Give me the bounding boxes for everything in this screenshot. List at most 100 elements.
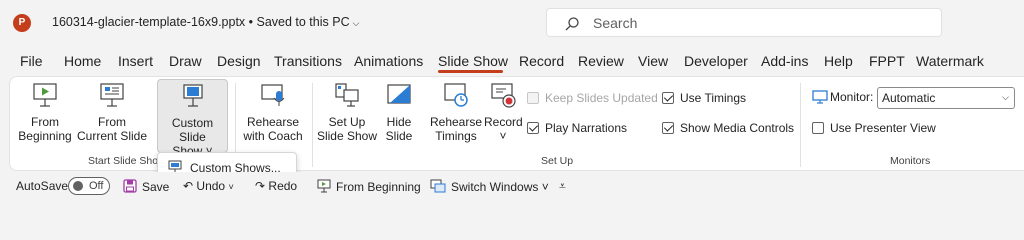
- group-label-start-slide-show: Start Slide Show: [88, 155, 166, 167]
- checkbox-box: [527, 92, 539, 104]
- rehearse-timings-icon: [444, 83, 468, 107]
- hide-slide-button[interactable]: Hide Slide: [381, 81, 417, 151]
- save-label: Save: [142, 180, 170, 194]
- switch-windows-icon: [430, 179, 446, 193]
- search-placeholder: Search: [593, 15, 638, 31]
- keep-slides-updated-label: Keep Slides Updated: [545, 91, 658, 105]
- play-from-beginning-icon: [317, 179, 331, 193]
- from-current-slide-button[interactable]: From Current Slide: [76, 81, 148, 151]
- rehearse-coach-label-1: Rehearse: [246, 115, 300, 129]
- play-from-beginning-icon: [33, 83, 57, 107]
- play-from-current-icon: [100, 83, 124, 107]
- from-beginning-qat-label: From Beginning: [336, 180, 421, 194]
- tab-insert[interactable]: Insert: [118, 53, 153, 69]
- rehearse-coach-icon: [261, 84, 285, 106]
- search-box[interactable]: Search: [546, 8, 942, 37]
- rehearse-timings-label-1: Rehearse: [429, 115, 483, 129]
- undo-label: Undo: [196, 179, 226, 193]
- tab-review[interactable]: Review: [578, 53, 624, 69]
- rehearse-coach-label-2: with Coach: [243, 129, 303, 143]
- toggle-knob: [73, 181, 83, 191]
- autosave-state: Off: [89, 180, 104, 192]
- custom-show-label-1: Custom Slide: [171, 116, 214, 144]
- rehearse-timings-button[interactable]: Rehearse Timings: [428, 81, 484, 151]
- redo-button[interactable]: ↷ Redo: [255, 179, 297, 193]
- redo-label: Redo: [268, 179, 298, 193]
- chevron-down-icon: ˅: [228, 182, 234, 192]
- tab-fppt[interactable]: FPPT: [869, 53, 905, 69]
- chevron-down-icon: ⌵: [352, 18, 360, 28]
- tab-file[interactable]: File: [20, 53, 43, 69]
- document-title-text: 160314-glacier-template-16x9.pptx • Save…: [52, 15, 350, 29]
- tab-transitions[interactable]: Transitions: [274, 53, 342, 69]
- tab-slide-show[interactable]: Slide Show: [438, 53, 508, 69]
- from-beginning-button[interactable]: From Beginning: [17, 81, 73, 151]
- custom-slide-show-button[interactable]: Custom Slide Show ˅: [157, 79, 228, 158]
- undo-button[interactable]: ↶ Undo ˅: [183, 179, 234, 193]
- active-tab-indicator: [438, 70, 503, 73]
- use-presenter-view-checkbox[interactable]: Use Presenter View: [812, 121, 936, 135]
- switch-windows-button[interactable]: Switch Windows ˅: [430, 179, 549, 194]
- checkbox-box: [527, 122, 539, 134]
- ribbon-tabs: File Home Insert Draw Design Transitions…: [0, 48, 1024, 76]
- from-beginning-qat-button[interactable]: From Beginning: [317, 179, 421, 194]
- powerpoint-logo-icon: P: [13, 14, 31, 32]
- quick-access-toolbar: AutoSave Save ↶ Undo ˅ ↷ Redo From Begin…: [0, 172, 1024, 200]
- group-label-monitors: Monitors: [890, 155, 931, 167]
- from-beginning-label-1: From: [31, 115, 59, 129]
- show-media-controls-label: Show Media Controls: [680, 121, 795, 135]
- group-separator: [312, 83, 313, 167]
- use-presenter-view-label: Use Presenter View: [830, 121, 936, 135]
- monitor-select-value: Automatic: [882, 91, 936, 105]
- checkbox-box: [812, 122, 824, 134]
- set-up-show-label-2: Slide Show: [316, 129, 378, 143]
- group-label-set-up: Set Up: [541, 155, 574, 167]
- tab-record[interactable]: Record: [519, 53, 564, 69]
- group-separator: [800, 83, 801, 167]
- save-icon: [123, 179, 137, 193]
- chevron-down-icon: ⌵: [1002, 92, 1009, 102]
- autosave-toggle[interactable]: Off: [68, 177, 110, 195]
- show-media-controls-checkbox[interactable]: Show Media Controls: [662, 121, 794, 135]
- play-narrations-checkbox[interactable]: Play Narrations: [527, 121, 627, 135]
- document-title[interactable]: 160314-glacier-template-16x9.pptx • Save…: [52, 15, 359, 29]
- from-current-label-1: From: [98, 115, 126, 129]
- set-up-slide-show-button[interactable]: Set Up Slide Show: [316, 81, 378, 151]
- keep-slides-updated-checkbox[interactable]: Keep Slides Updated: [527, 91, 658, 105]
- redo-icon: ↷: [255, 179, 266, 193]
- monitor-select[interactable]: Automatic ⌵: [877, 87, 1015, 109]
- title-bar: P 160314-glacier-template-16x9.pptx • Sa…: [0, 0, 1024, 44]
- tab-animations[interactable]: Animations: [354, 53, 423, 69]
- hide-slide-icon: [387, 84, 411, 104]
- hide-slide-label-2: Slide: [385, 129, 413, 143]
- use-timings-label: Use Timings: [680, 91, 747, 105]
- save-button[interactable]: Save: [123, 179, 169, 194]
- tab-design[interactable]: Design: [217, 53, 261, 69]
- hide-slide-label-1: Hide: [386, 115, 412, 129]
- from-current-label-2: Current Slide: [76, 129, 148, 143]
- use-timings-checkbox[interactable]: Use Timings: [662, 91, 746, 105]
- play-narrations-label: Play Narrations: [545, 121, 628, 135]
- monitor-label: Monitor:: [830, 90, 874, 104]
- record-label: Record: [484, 115, 523, 129]
- set-up-show-label-1: Set Up: [328, 115, 366, 129]
- from-beginning-label-2: Beginning: [18, 129, 72, 143]
- record-dropdown-chevron: ˅: [499, 129, 507, 143]
- customize-qat-button[interactable]: ⩡: [559, 179, 566, 194]
- tab-watermark[interactable]: Watermark: [916, 53, 984, 69]
- search-icon: [565, 17, 579, 31]
- tab-developer[interactable]: Developer: [684, 53, 748, 69]
- tab-view[interactable]: View: [638, 53, 668, 69]
- record-button[interactable]: Record ˅: [484, 81, 523, 151]
- custom-slide-show-icon: [182, 84, 203, 107]
- rehearse-with-coach-button[interactable]: Rehearse with Coach: [240, 81, 306, 151]
- tab-home[interactable]: Home: [64, 53, 101, 69]
- monitor-icon: [812, 90, 828, 104]
- set-up-show-icon: [335, 83, 359, 107]
- checkbox-box: [662, 122, 674, 134]
- tab-add-ins[interactable]: Add-ins: [761, 53, 808, 69]
- autosave-label: AutoSave: [16, 179, 69, 193]
- tab-draw[interactable]: Draw: [169, 53, 202, 69]
- rehearse-timings-label-2: Timings: [435, 129, 477, 143]
- tab-help[interactable]: Help: [824, 53, 853, 69]
